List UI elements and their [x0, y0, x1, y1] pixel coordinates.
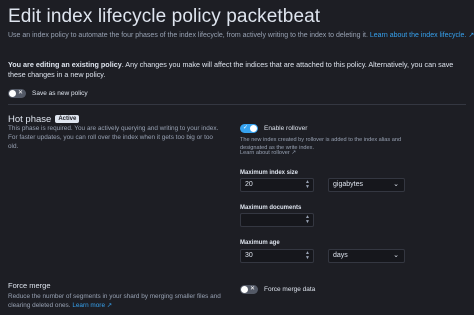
- page-subtitle: Use an index policy to automate the four…: [8, 31, 474, 39]
- rollover-link[interactable]: Learn about rollover ↗: [240, 150, 296, 158]
- toggle-knob: [250, 125, 257, 132]
- page-title: Edit index lifecycle policy packetbeat: [8, 6, 321, 27]
- cross-icon: ✕: [17, 90, 23, 96]
- force-merge-text: Reduce the number of segments in your sh…: [8, 293, 221, 309]
- chevron-down-icon: ⌄: [393, 181, 399, 188]
- chevron-down-icon: ⌄: [393, 252, 399, 259]
- stepper-icon[interactable]: ▲ ▼: [305, 180, 310, 190]
- max-age-unit-value: days: [333, 252, 348, 259]
- max-size-unit-select[interactable]: gigabytes ⌄: [328, 178, 405, 192]
- force-merge-description: Reduce the number of segments in your sh…: [8, 292, 223, 310]
- force-merge-title: Force merge: [8, 281, 51, 290]
- force-merge-toggle-label: Force merge data: [264, 286, 316, 293]
- toggle-knob: [9, 90, 16, 97]
- rollover-toggle[interactable]: ✓: [240, 124, 258, 133]
- lifecycle-link-label: Learn about the index lifecycle.: [369, 32, 467, 39]
- check-icon: ✓: [243, 125, 249, 131]
- save-as-new-row: ✕ Save as new policy: [8, 89, 88, 98]
- stepper-icon[interactable]: ▲ ▼: [305, 215, 310, 225]
- status-badge: Active: [55, 115, 80, 123]
- editing-notice: You are editing an existing policy. Any …: [8, 60, 466, 80]
- max-age-unit-select[interactable]: days ⌄: [328, 249, 405, 263]
- rollover-label: Enable rollover: [264, 125, 308, 132]
- rollover-row: ✓ Enable rollover: [240, 124, 307, 133]
- max-docs-label: Maximum documents: [240, 205, 302, 211]
- hot-phase-description: This phase is required. You are actively…: [8, 125, 219, 150]
- save-as-new-toggle[interactable]: ✕: [8, 89, 26, 98]
- max-age-input[interactable]: 30: [240, 249, 314, 263]
- max-size-unit-value: gigabytes: [333, 181, 363, 188]
- toggle-knob: [241, 286, 248, 293]
- divider: [8, 104, 466, 105]
- max-docs-input[interactable]: [240, 213, 314, 227]
- rollover-link-label: Learn about rollover: [240, 150, 290, 156]
- force-merge-link[interactable]: Learn more ↗: [72, 302, 112, 309]
- max-age-label: Maximum age: [240, 240, 280, 246]
- lifecycle-link[interactable]: Learn about the index lifecycle. ↗: [370, 32, 474, 39]
- external-link-icon: ↗: [291, 150, 297, 156]
- cross-icon: ✕: [249, 286, 255, 292]
- external-link-icon: ↗: [106, 302, 113, 309]
- max-size-input[interactable]: 20: [240, 178, 314, 192]
- external-link-icon: ↗: [468, 32, 474, 39]
- notice-bold: You are editing an existing policy: [8, 60, 122, 69]
- force-merge-row: ✕ Force merge data: [240, 285, 315, 294]
- force-merge-link-label: Learn more: [72, 302, 105, 309]
- subtitle-text: Use an index policy to automate the four…: [8, 32, 368, 39]
- force-merge-toggle[interactable]: ✕: [240, 285, 258, 294]
- stepper-icon[interactable]: ▲ ▼: [305, 251, 310, 261]
- save-as-new-label: Save as new policy: [32, 90, 88, 97]
- max-size-label: Maximum index size: [240, 170, 299, 176]
